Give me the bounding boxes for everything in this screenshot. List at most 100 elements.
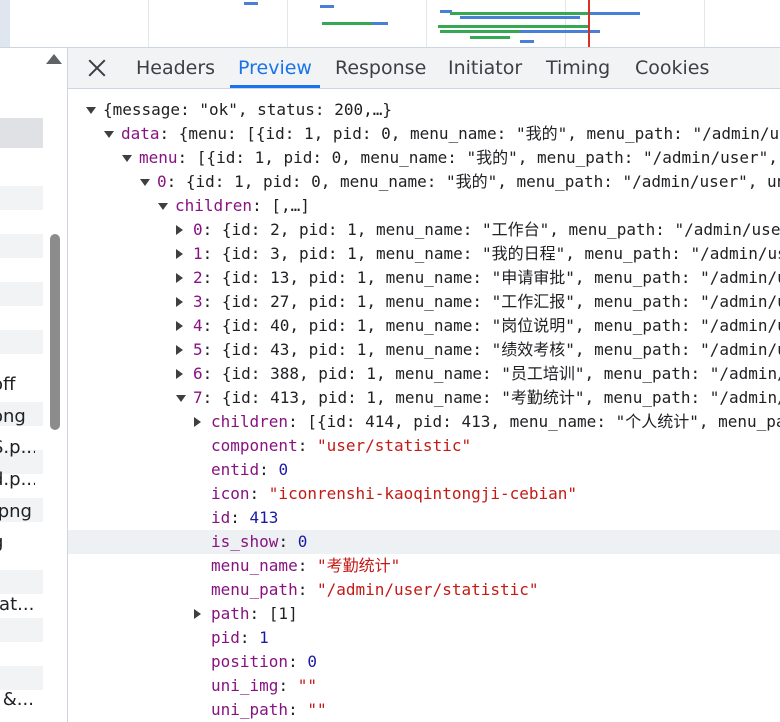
json-tree-line[interactable]: children: [,…] [68, 194, 780, 218]
tab-response[interactable]: Response [335, 48, 426, 88]
json-text: : {id: 43, pid: 1, menu_name: "绩效考核", me… [202, 340, 780, 359]
request-name[interactable]: d.p... [0, 468, 35, 492]
request-name[interactable]: off [0, 373, 35, 397]
tab-cookies[interactable]: Cookies [635, 48, 709, 88]
json-tree-text: uni_img: "" [211, 674, 317, 698]
json-key: pid [211, 628, 240, 647]
json-text: : {id: 13, pid: 1, menu_name: "申请审批", me… [202, 268, 780, 287]
request-name[interactable]: g [0, 531, 35, 555]
json-key: icon [211, 484, 250, 503]
expand-triangle-down-icon[interactable] [122, 155, 132, 162]
json-tree-line[interactable]: 7: {id: 413, pid: 1, menu_name: "考勤统计", … [68, 386, 780, 410]
request-name[interactable]: S.p... [0, 436, 35, 460]
json-tree-line: uni_img: "" [68, 674, 780, 698]
json-text: : {id: 3, pid: 1, menu_name: "我的日程", men… [202, 244, 780, 263]
overview-divider [287, 0, 288, 47]
expand-triangle-right-icon[interactable] [176, 225, 183, 235]
json-tree-line[interactable]: 4: {id: 40, pid: 1, menu_name: "岗位说明", m… [68, 314, 780, 338]
json-key: menu [139, 148, 178, 167]
json-tree-line: menu_path: "/admin/user/statistic" [68, 578, 780, 602]
expand-triangle-right-icon[interactable] [194, 417, 201, 427]
json-key: children [175, 196, 253, 215]
overview-bar [520, 40, 534, 43]
expand-triangle-right-icon[interactable] [176, 345, 183, 355]
json-tree-text: icon: "iconrenshi-kaoqintongji-cebian" [211, 482, 577, 506]
json-preview[interactable]: {message: "ok", status: 200,…} data: {men… [68, 89, 780, 722]
json-tree-text: children: [,…] [175, 194, 310, 218]
json-text: : [,…] [252, 196, 310, 215]
json-tree-line: icon: "iconrenshi-kaoqintongji-cebian" [68, 482, 780, 506]
expand-triangle-right-icon[interactable] [176, 321, 183, 331]
json-tree-line[interactable]: 0: {id: 2, pid: 1, menu_name: "工作台", men… [68, 218, 780, 242]
json-key: path [211, 604, 250, 623]
request-name[interactable]: tat... [0, 593, 35, 617]
network-overview[interactable] [0, 0, 780, 48]
json-tree-text: 3: {id: 27, pid: 1, menu_name: "工作汇报", m… [193, 290, 780, 314]
expand-triangle-down-icon[interactable] [104, 131, 114, 138]
json-key: entid [211, 460, 260, 479]
json-tree-line: is_show: 0 [68, 530, 780, 554]
json-tree-line[interactable]: {message: "ok", status: 200,…} [68, 98, 780, 122]
expand-triangle-down-icon[interactable] [86, 107, 96, 114]
json-tree-text: menu_name: "考勤统计" [211, 554, 400, 578]
expand-triangle-down-icon[interactable] [140, 179, 150, 186]
json-tree-line[interactable]: 6: {id: 388, pid: 1, menu_name: "员工培训", … [68, 362, 780, 386]
json-tree-line[interactable]: data: {menu: [{id: 1, pid: 0, menu_name:… [68, 122, 780, 146]
json-key: uni_img [211, 676, 279, 695]
json-tree-text: children: [{id: 414, pid: 413, menu_name… [211, 410, 780, 434]
json-text: : {id: 27, pid: 1, menu_name: "工作汇报", me… [202, 292, 780, 311]
json-text: : [1] [249, 604, 298, 623]
json-text: : {id: 413, pid: 1, menu_name: "考勤统计", m… [202, 388, 780, 407]
close-icon[interactable] [86, 57, 108, 79]
json-tree-line: menu_name: "考勤统计" [68, 554, 780, 578]
json-key: children [211, 412, 289, 431]
request-name[interactable]: .png [0, 500, 35, 524]
json-tree-line[interactable]: 0: {id: 1, pid: 0, menu_name: "我的", menu… [68, 170, 780, 194]
tab-timing[interactable]: Timing [546, 48, 610, 88]
json-key: menu_path [211, 580, 298, 599]
json-tree-line[interactable]: 1: {id: 3, pid: 1, menu_name: "我的日程", me… [68, 242, 780, 266]
json-text: : [230, 508, 250, 527]
request-list-scrollbar[interactable] [50, 234, 60, 430]
json-tree-line: id: 413 [68, 506, 780, 530]
json-tree-line[interactable]: 2: {id: 13, pid: 1, menu_name: "申请审批", m… [68, 266, 780, 290]
json-text: : [{id: 414, pid: 413, menu_name: "个人统计"… [288, 412, 780, 431]
json-key: 5 [193, 340, 203, 359]
request-list[interactable]: off ong S.p... d.p... .png g tat... l &.… [0, 48, 68, 722]
json-tree-text: 0: {id: 2, pid: 1, menu_name: "工作台", men… [193, 218, 780, 242]
expand-triangle-right-icon[interactable] [194, 609, 201, 619]
json-number-value: 0 [297, 532, 308, 551]
json-text: : {menu: [{id: 1, pid: 0, menu_name: "我的… [159, 124, 780, 143]
expand-triangle-right-icon[interactable] [176, 249, 183, 259]
json-tree-line[interactable]: 3: {id: 27, pid: 1, menu_name: "工作汇报", m… [68, 290, 780, 314]
json-key: 0 [193, 220, 203, 239]
json-tree-text: component: "user/statistic" [211, 434, 471, 458]
tab-headers[interactable]: Headers [136, 48, 215, 88]
json-key: position [211, 652, 289, 671]
json-tree-line[interactable]: 5: {id: 43, pid: 1, menu_name: "绩效考核", m… [68, 338, 780, 362]
tab-initiator[interactable]: Initiator [448, 48, 522, 88]
json-tree-line: component: "user/statistic" [68, 434, 780, 458]
json-key: id [211, 508, 231, 527]
scroll-up-arrow-icon[interactable] [46, 54, 62, 64]
expand-triangle-right-icon[interactable] [176, 273, 183, 283]
tab-preview[interactable]: Preview [230, 48, 320, 88]
expand-triangle-down-icon[interactable] [158, 203, 168, 210]
expand-triangle-right-icon[interactable] [176, 297, 183, 307]
json-string-value: "/admin/user/statistic" [316, 580, 539, 599]
json-tree-text: data: {menu: [{id: 1, pid: 0, menu_name:… [121, 122, 780, 146]
overview-bar [590, 12, 640, 15]
json-key: 2 [193, 268, 203, 287]
expand-triangle-down-icon[interactable] [176, 395, 186, 402]
request-row-selected[interactable] [0, 118, 43, 148]
request-name[interactable]: ong [0, 405, 35, 429]
json-tree-line[interactable]: children: [{id: 414, pid: 413, menu_name… [68, 410, 780, 434]
expand-triangle-right-icon[interactable] [176, 369, 183, 379]
json-key: is_show [211, 532, 279, 551]
request-name[interactable]: l &... [0, 688, 35, 712]
request-row-stripe [0, 330, 43, 354]
json-tree-text: 5: {id: 43, pid: 1, menu_name: "绩效考核", m… [193, 338, 780, 362]
json-key: 1 [193, 244, 203, 263]
json-tree-line[interactable]: path: [1] [68, 602, 780, 626]
json-tree-line[interactable]: menu: [{id: 1, pid: 0, menu_name: "我的", … [68, 146, 780, 170]
